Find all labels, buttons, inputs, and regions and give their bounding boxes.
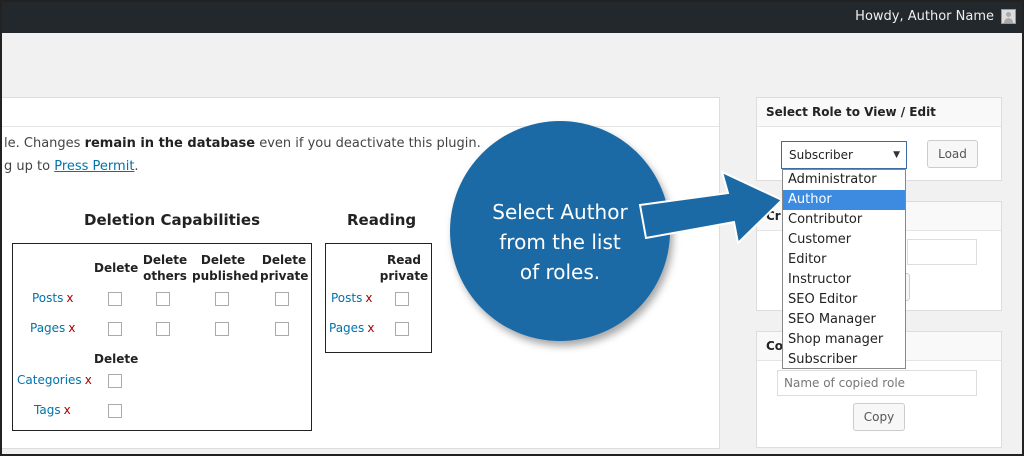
howdy-greeting[interactable]: Howdy, Author Name	[855, 9, 994, 24]
row-label-pages[interactable]: Pages x	[30, 321, 75, 335]
reading-remove-pages-x[interactable]: x	[367, 321, 374, 335]
copied-role-name-input[interactable]: Name of copied role	[777, 370, 977, 396]
role-option-contributor[interactable]: Contributor	[783, 210, 905, 230]
checkbox-posts-delete-others[interactable]	[156, 292, 170, 306]
role-option-shop-manager[interactable]: Shop manager	[783, 330, 905, 350]
reading-title: Reading	[347, 211, 417, 229]
col-delete-others: Delete others	[142, 253, 188, 283]
checkbox-posts-delete-private[interactable]	[275, 292, 289, 306]
callout-text: Select Author from the list of roles.	[470, 197, 650, 287]
copy-button[interactable]: Copy	[853, 403, 905, 431]
row-label-posts[interactable]: Posts x	[32, 291, 73, 305]
dropdown-arrow-icon: ▼	[893, 150, 900, 160]
panel-header	[0, 98, 719, 127]
intro-line-1: le. Changes remain in the database even …	[4, 136, 481, 151]
reading-row-label-pages[interactable]: Pages x	[329, 321, 374, 335]
remove-tags-x[interactable]: x	[64, 403, 71, 417]
role-select-value: Subscriber	[789, 148, 853, 162]
press-permit-link[interactable]: Press Permit	[54, 159, 134, 174]
reading-remove-posts-x[interactable]: x	[365, 291, 372, 305]
avatar-icon[interactable]	[1001, 9, 1016, 24]
role-option-author[interactable]: Author	[783, 190, 905, 210]
callout-line-3: of roles.	[519, 260, 601, 284]
col-tax-delete: Delete	[94, 352, 139, 366]
role-select[interactable]: Subscriber ▼	[781, 141, 907, 169]
row-label-categories[interactable]: Categories x	[17, 373, 92, 387]
role-option-customer[interactable]: Customer	[783, 230, 905, 250]
row-label-tags[interactable]: Tags x	[34, 403, 71, 417]
role-option-editor[interactable]: Editor	[783, 250, 905, 270]
checkbox-posts-read-private[interactable]	[395, 292, 409, 306]
load-button[interactable]: Load	[927, 140, 978, 168]
remove-pages-x[interactable]: x	[68, 321, 75, 335]
role-option-administrator[interactable]: Administrator	[783, 170, 905, 190]
checkbox-categories-delete[interactable]	[108, 374, 122, 388]
create-role-input[interactable]	[907, 239, 977, 265]
role-option-seo-manager[interactable]: SEO Manager	[783, 310, 905, 330]
checkbox-pages-delete-private[interactable]	[275, 322, 289, 336]
checkbox-tags-delete[interactable]	[108, 404, 122, 418]
admin-topbar: Howdy, Author Name	[0, 0, 1024, 33]
select-role-title: Select Role to View / Edit	[757, 98, 1001, 127]
checkbox-pages-delete[interactable]	[108, 322, 122, 336]
role-option-instructor[interactable]: Instructor	[783, 270, 905, 290]
checkbox-pages-delete-others[interactable]	[156, 322, 170, 336]
checkbox-pages-delete-published[interactable]	[215, 322, 229, 336]
col-delete: Delete	[94, 261, 139, 275]
remove-categories-x[interactable]: x	[85, 373, 92, 387]
role-option-subscriber[interactable]: Subscriber	[783, 350, 905, 370]
col-read-private: Read private	[379, 253, 429, 283]
reading-row-label-posts[interactable]: Posts x	[331, 291, 372, 305]
remove-posts-x[interactable]: x	[66, 291, 73, 305]
col-delete-private: Delete private	[260, 253, 309, 283]
callout-line-1: Select Author	[492, 200, 628, 224]
checkbox-pages-read-private[interactable]	[395, 322, 409, 336]
role-option-seo-editor[interactable]: SEO Editor	[783, 290, 905, 310]
checkbox-posts-delete[interactable]	[108, 292, 122, 306]
intro-line-2: g up to Press Permit.	[4, 159, 139, 174]
role-dropdown-list[interactable]: Administrator Author Contributor Custome…	[782, 169, 906, 369]
callout-line-2: from the list	[499, 230, 621, 254]
deletion-capabilities-title: Deletion Capabilities	[84, 211, 261, 229]
checkbox-posts-delete-published[interactable]	[215, 292, 229, 306]
col-delete-published: Delete published	[192, 253, 259, 283]
